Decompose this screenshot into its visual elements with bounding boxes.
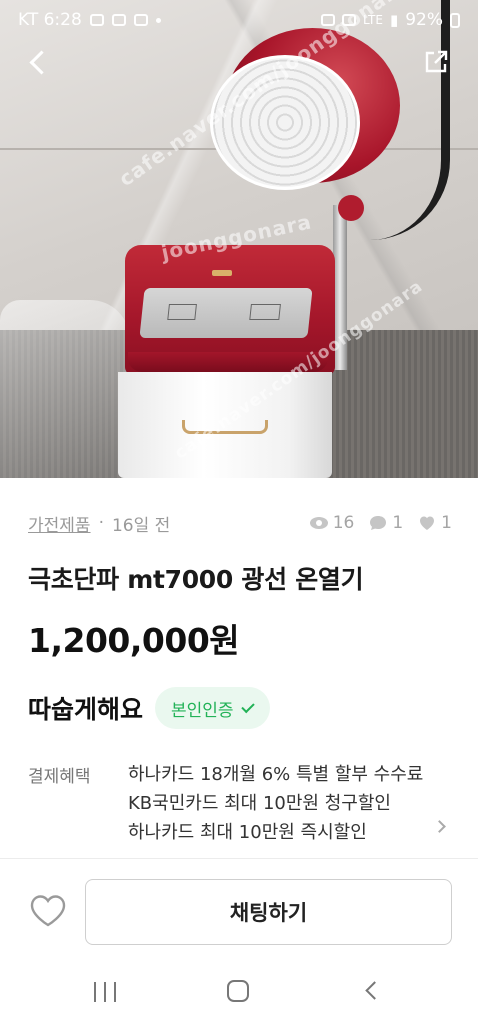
payment-benefits[interactable]: 결제혜택 하나카드 18개월 6% 특별 할부 수수료 KB국민카드 최대 10…: [28, 760, 452, 858]
status-bar: KT 6:28 LTE ▮ 92%: [0, 0, 478, 40]
photo-plastic-wrap: [0, 300, 130, 478]
view-count-value: 16: [332, 513, 355, 533]
verified-badge: 본인인증: [155, 687, 270, 729]
product-price: 1,200,000원: [28, 621, 240, 660]
call-icon: [133, 14, 148, 26]
home-button[interactable]: [227, 980, 249, 1002]
heart-icon: [420, 516, 435, 530]
like-button[interactable]: [28, 893, 68, 929]
battery-icon: [450, 12, 460, 28]
payment-benefit-list: 하나카드 18개월 6% 특별 할부 수수료 KB국민카드 최대 10만원 청구…: [128, 760, 424, 858]
heart-outline-icon: [30, 895, 66, 927]
chat-count: 1: [368, 513, 403, 533]
posted-time: 16일 전: [111, 515, 171, 536]
payment-benefit-label: 결제혜택: [28, 767, 91, 787]
seller-info[interactable]: 따숩게해요 본인인증: [28, 686, 270, 730]
benefit-item: KB국민카드 최대 10만원 청구할인: [128, 793, 391, 814]
eye-icon: [309, 517, 328, 529]
benefit-item: 하나카드 최대 10만원 즉시할인: [128, 822, 367, 843]
product-photo[interactable]: cafe.naver.com/joonggonara joonggonara c…: [0, 0, 478, 478]
system-navigation-bar: [0, 958, 478, 1024]
signal-icon: ▮: [389, 11, 399, 29]
lamp-joint: [338, 195, 364, 221]
product-title: 극초단파 mt7000 광선 온열기: [28, 565, 364, 594]
meta-separator: ·: [98, 513, 104, 533]
status-time: KT 6:28: [18, 10, 82, 30]
network-type: LTE: [362, 13, 383, 27]
battery-percent: 92%: [405, 10, 443, 30]
lock-icon: [320, 14, 335, 26]
view-count: 16: [309, 513, 355, 533]
chat-button[interactable]: 채팅하기: [85, 879, 452, 945]
post-meta: 가전제품 · 16일 전 16 1 1: [28, 510, 452, 536]
back-button[interactable]: [20, 44, 56, 80]
bottom-action-bar: 채팅하기: [0, 858, 478, 958]
recents-icon: [114, 982, 116, 1002]
heater-logo: [212, 270, 232, 276]
check-icon: [240, 699, 255, 714]
chat-count-value: 1: [392, 513, 404, 533]
system-back-button[interactable]: [365, 981, 384, 1000]
notification-icon: [89, 14, 104, 26]
like-count-value: 1: [441, 513, 452, 533]
chevron-right-icon[interactable]: [433, 820, 446, 833]
benefit-item: 하나카드 18개월 6% 특별 할부 수수료: [128, 764, 424, 785]
hd-icon: [341, 14, 356, 26]
chat-bubble-icon: [370, 516, 387, 530]
more-notifications-icon: [155, 17, 161, 23]
notification-icon: [111, 14, 126, 26]
verified-badge-label: 본인인증: [171, 700, 234, 721]
like-count: 1: [417, 513, 452, 533]
recents-icon: [94, 982, 96, 1002]
recent-apps-button[interactable]: [94, 982, 116, 1002]
heater-control-panel: [139, 288, 313, 338]
post-stats: 16 1 1: [309, 513, 452, 533]
category-link[interactable]: 가전제품: [28, 511, 91, 536]
share-button[interactable]: [418, 44, 454, 80]
seller-name[interactable]: 따숩게해요: [28, 690, 143, 726]
share-icon: [425, 50, 448, 73]
recents-icon: [104, 982, 106, 1002]
